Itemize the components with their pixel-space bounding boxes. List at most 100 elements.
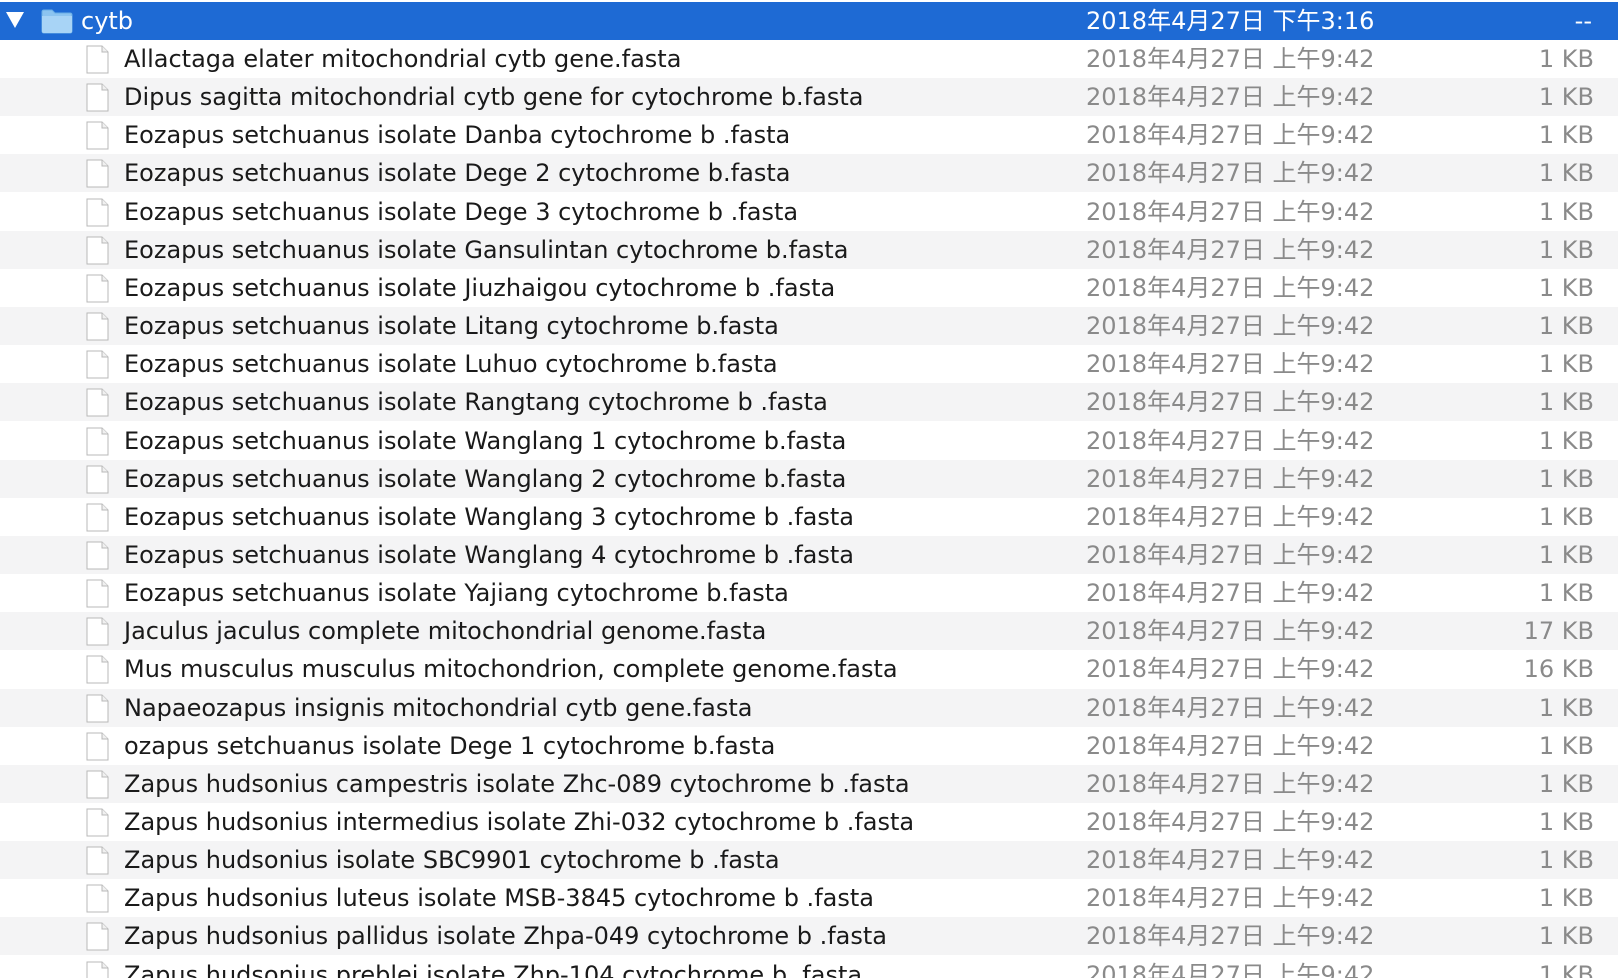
file-date: 2018年4月27日 上午9:42 xyxy=(1086,464,1375,493)
file-name[interactable]: Eozapus setchuanus isolate Yajiang cytoc… xyxy=(124,574,789,612)
file-name[interactable]: Zapus hudsonius intermedius isolate Zhi-… xyxy=(124,803,914,841)
file-name[interactable]: Eozapus setchuanus isolate Wanglang 2 cy… xyxy=(124,460,846,498)
file-size: 1 KB xyxy=(1538,808,1594,836)
file-size: 1 KB xyxy=(1538,579,1594,608)
file-name[interactable]: Napaeozapus insignis mitochondrial cytb … xyxy=(124,689,753,727)
file-name[interactable]: Zapus hudsonius pallidus isolate Zhpa-04… xyxy=(124,917,887,955)
file-name[interactable]: Eozapus setchuanus isolate Danba cytochr… xyxy=(124,116,790,154)
file-row[interactable]: Eozapus setchuanus isolate Gansulintan c… xyxy=(0,230,1618,269)
file-row[interactable]: ozapus setchuanus isolate Dege 1 cytochr… xyxy=(0,726,1618,765)
file-name[interactable]: Eozapus setchuanus isolate Wanglang 4 cy… xyxy=(124,536,854,574)
file-row[interactable]: Allactaga elater mitochondrial cytb gene… xyxy=(0,40,1618,78)
file-row[interactable]: Zapus hudsonius pallidus isolate Zhpa-04… xyxy=(0,917,1618,956)
file-row[interactable]: Eozapus setchuanus isolate Luhuo cytochr… xyxy=(0,345,1618,384)
file-name[interactable]: Eozapus setchuanus isolate Wanglang 3 cy… xyxy=(124,498,854,536)
folder-date: 2018年4月27日 下午3:16 xyxy=(1086,7,1375,35)
file-name[interactable]: Jaculus jaculus complete mitochondrial g… xyxy=(124,612,766,650)
file-row[interactable]: Mus musculus musculus mitochondrion, com… xyxy=(0,650,1618,689)
file-size: 1 KB xyxy=(1538,922,1594,951)
file-row[interactable]: Eozapus setchuanus isolate Wanglang 2 cy… xyxy=(0,459,1618,498)
document-icon xyxy=(86,732,109,761)
file-name[interactable]: Zapus hudsonius preblei isolate Zhp-104 … xyxy=(124,956,862,978)
document-icon xyxy=(86,427,109,455)
file-date: 2018年4月27日 上午9:42 xyxy=(1086,388,1375,417)
file-date: 2018年4月27日 上午9:42 xyxy=(1086,312,1375,341)
file-size: 1 KB xyxy=(1538,846,1594,875)
file-name[interactable]: Eozapus setchuanus isolate Gansulintan c… xyxy=(124,231,848,269)
file-name[interactable]: Eozapus setchuanus isolate Rangtang cyto… xyxy=(124,383,828,421)
file-name[interactable]: Eozapus setchuanus isolate Dege 2 cytoch… xyxy=(124,154,790,192)
file-row[interactable]: Zapus hudsonius intermedius isolate Zhi-… xyxy=(0,803,1618,841)
file-date: 2018年4月27日 上午9:42 xyxy=(1086,350,1375,379)
file-name[interactable]: Eozapus setchuanus isolate Luhuo cytochr… xyxy=(124,345,778,383)
file-name[interactable]: Dipus sagitta mitochondrial cytb gene fo… xyxy=(124,78,863,116)
file-size: 16 KB xyxy=(1523,655,1594,684)
file-row[interactable]: Eozapus setchuanus isolate Litang cytoch… xyxy=(0,307,1618,346)
file-name[interactable]: Zapus hudsonius luteus isolate MSB-3845 … xyxy=(124,879,874,917)
folder-name[interactable]: cytb xyxy=(81,2,133,40)
document-icon xyxy=(86,83,109,112)
file-row[interactable]: Eozapus setchuanus isolate Jiuzhaigou cy… xyxy=(0,268,1618,307)
file-row[interactable]: Eozapus setchuanus isolate Wanglang 1 cy… xyxy=(0,421,1618,460)
file-name[interactable]: Eozapus setchuanus isolate Dege 3 cytoch… xyxy=(124,193,798,231)
file-size: 1 KB xyxy=(1538,769,1594,798)
document-icon xyxy=(86,541,109,570)
file-date: 2018年4月27日 上午9:42 xyxy=(1086,83,1375,112)
file-row[interactable]: Eozapus setchuanus isolate Danba cytochr… xyxy=(0,116,1618,155)
file-name[interactable]: Eozapus setchuanus isolate Wanglang 1 cy… xyxy=(124,422,846,460)
document-icon xyxy=(86,350,109,379)
document-icon xyxy=(86,159,109,188)
file-size: 1 KB xyxy=(1538,541,1594,569)
file-name[interactable]: Zapus hudsonius isolate SBC9901 cytochro… xyxy=(124,841,780,879)
file-date: 2018年4月27日 上午9:42 xyxy=(1086,693,1375,722)
file-size: 1 KB xyxy=(1538,884,1594,913)
file-size: 1 KB xyxy=(1538,83,1594,112)
file-date: 2018年4月27日 上午9:42 xyxy=(1086,502,1375,531)
folder-icon xyxy=(41,9,73,34)
file-date: 2018年4月27日 上午9:42 xyxy=(1086,617,1375,646)
file-list: cytb 2018年4月27日 下午3:16 -- Allactaga elat… xyxy=(0,0,1618,978)
document-icon xyxy=(86,45,109,74)
document-icon xyxy=(86,922,109,951)
document-icon xyxy=(86,121,109,150)
file-row[interactable]: Eozapus setchuanus isolate Dege 3 cytoch… xyxy=(0,192,1618,231)
file-name[interactable]: Eozapus setchuanus isolate Jiuzhaigou cy… xyxy=(124,269,835,307)
file-name[interactable]: Allactaga elater mitochondrial cytb gene… xyxy=(124,40,681,78)
file-date: 2018年4月27日 上午9:42 xyxy=(1086,45,1375,73)
file-row[interactable]: Zapus hudsonius campestris isolate Zhc-0… xyxy=(0,764,1618,803)
document-icon xyxy=(86,961,109,978)
document-icon xyxy=(86,312,109,341)
file-name[interactable]: Zapus hudsonius campestris isolate Zhc-0… xyxy=(124,765,910,803)
folder-size: -- xyxy=(1574,7,1592,35)
file-row[interactable]: Eozapus setchuanus isolate Yajiang cytoc… xyxy=(0,574,1618,613)
file-row[interactable]: Jaculus jaculus complete mitochondrial g… xyxy=(0,612,1618,651)
file-date: 2018年4月27日 上午9:42 xyxy=(1086,731,1375,760)
file-size: 1 KB xyxy=(1538,693,1594,722)
file-row[interactable]: Eozapus setchuanus isolate Wanglang 4 cy… xyxy=(0,536,1618,574)
file-date: 2018年4月27日 上午9:42 xyxy=(1086,121,1375,150)
file-date: 2018年4月27日 上午9:42 xyxy=(1086,159,1375,188)
document-icon xyxy=(86,503,109,532)
file-size: 1 KB xyxy=(1538,197,1594,226)
file-date: 2018年4月27日 上午9:42 xyxy=(1086,769,1375,798)
file-row[interactable]: Zapus hudsonius isolate SBC9901 cytochro… xyxy=(0,841,1618,880)
file-row[interactable]: Napaeozapus insignis mitochondrial cytb … xyxy=(0,688,1618,727)
folder-row-cytb[interactable]: cytb 2018年4月27日 下午3:16 -- xyxy=(0,2,1618,40)
file-date: 2018年4月27日 上午9:42 xyxy=(1086,884,1375,913)
disclosure-triangle-icon[interactable] xyxy=(6,12,24,28)
file-row[interactable]: Eozapus setchuanus isolate Rangtang cyto… xyxy=(0,383,1618,422)
file-row[interactable]: Eozapus setchuanus isolate Dege 2 cytoch… xyxy=(0,154,1618,193)
file-name[interactable]: Eozapus setchuanus isolate Litang cytoch… xyxy=(124,307,779,345)
file-row[interactable]: Zapus hudsonius luteus isolate MSB-3845 … xyxy=(0,879,1618,918)
file-name[interactable]: ozapus setchuanus isolate Dege 1 cytochr… xyxy=(124,727,775,765)
file-row[interactable]: Eozapus setchuanus isolate Wanglang 3 cy… xyxy=(0,497,1618,536)
file-date: 2018年4月27日 上午9:42 xyxy=(1086,960,1375,978)
file-date: 2018年4月27日 上午9:42 xyxy=(1086,235,1375,264)
file-name[interactable]: Mus musculus musculus mitochondrion, com… xyxy=(124,650,898,688)
file-size: 1 KB xyxy=(1538,45,1594,73)
file-date: 2018年4月27日 上午9:42 xyxy=(1086,922,1375,951)
file-row[interactable]: Zapus hudsonius preblei isolate Zhp-104 … xyxy=(0,955,1618,978)
document-icon xyxy=(86,236,109,265)
document-icon xyxy=(86,198,109,227)
file-row[interactable]: Dipus sagitta mitochondrial cytb gene fo… xyxy=(0,78,1618,117)
